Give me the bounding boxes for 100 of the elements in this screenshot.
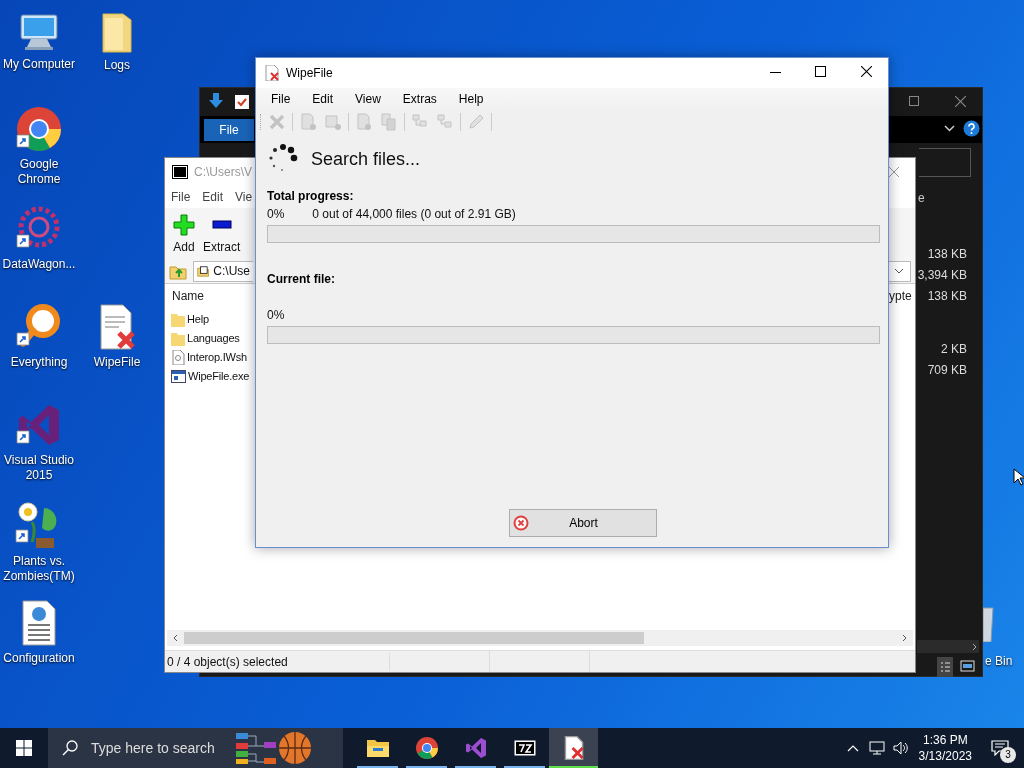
percent-text: 0% <box>267 307 285 323</box>
bracket-basketball-icon[interactable] <box>233 731 314 765</box>
notification-badge: 3 <box>1000 747 1016 763</box>
chevron-down-icon[interactable] <box>944 125 955 132</box>
archive-app-icon <box>513 740 536 756</box>
desktop-icon-label[interactable]: Plants vs. Zombies(TM) <box>0 554 78 584</box>
pencil-icon <box>467 113 485 131</box>
thumbnail-view-icon[interactable] <box>960 659 975 673</box>
details-view-icon[interactable] <box>937 657 953 677</box>
column-header: e <box>918 190 925 207</box>
percent-text: 0% <box>267 206 285 222</box>
network-icon[interactable] <box>868 741 885 755</box>
clock-time[interactable]: 1:36 PM <box>922 732 968 748</box>
windows-logo-icon <box>16 740 32 756</box>
add-button[interactable]: Add <box>173 214 195 256</box>
menu-item[interactable]: Edit <box>202 188 224 206</box>
chevron-down-icon <box>893 268 904 274</box>
desktop-icon-label[interactable]: Everything <box>10 355 68 370</box>
document-icon <box>563 736 584 760</box>
maximize-icon[interactable] <box>815 66 826 77</box>
download-arrow-icon[interactable] <box>208 92 224 110</box>
file-name[interactable]: WipeFile.exe <box>188 368 250 385</box>
window-title: C:\Users\V <box>194 164 252 181</box>
folder-icon <box>171 312 185 327</box>
chevron-left-icon[interactable] <box>173 634 178 642</box>
document-icon <box>355 113 373 131</box>
chevron-right-icon[interactable] <box>902 634 907 642</box>
loading-spinner-icon <box>267 144 299 174</box>
chrome-icon <box>414 736 439 760</box>
desktop-icon-label[interactable]: DataWagon... <box>2 257 76 272</box>
tree-icon <box>436 113 454 131</box>
menu-item[interactable]: Extras <box>402 90 437 108</box>
file-name[interactable]: Help <box>187 311 209 328</box>
menu-item[interactable]: File <box>171 188 191 206</box>
file-size: 3,394 KB <box>917 267 967 284</box>
menu-item[interactable]: Help <box>458 90 484 108</box>
window-title: WipeFile <box>286 65 333 82</box>
file-tab[interactable]: File <box>204 119 254 141</box>
cursor-icon <box>1013 468 1024 486</box>
extract-button[interactable]: Extract <box>203 214 241 256</box>
desktop-icon-label[interactable]: WipeFile <box>93 355 141 370</box>
path-field[interactable]: C:\Use <box>193 260 253 282</box>
folder-icon[interactable] <box>99 10 135 54</box>
search-box[interactable]: Type here to search <box>48 728 343 768</box>
file-size: 138 KB <box>927 288 967 305</box>
search-placeholder: Type here to search <box>91 738 215 758</box>
file-size: 138 KB <box>927 246 967 263</box>
section-heading: Search files... <box>311 147 421 171</box>
menu-item[interactable]: Vie <box>235 188 253 206</box>
cancel-icon <box>513 515 529 531</box>
status-text: 0 / 4 object(s) selected <box>165 652 390 671</box>
progress-label: Current file: <box>267 271 336 287</box>
abort-button[interactable]: Abort <box>509 509 657 537</box>
desktop-icon-label[interactable]: Visual Studio 2015 <box>0 453 78 483</box>
checkbox-icon[interactable] <box>234 94 250 110</box>
document-icon <box>265 65 279 81</box>
desktop-icon-label[interactable]: Google Chrome <box>0 157 78 187</box>
chevron-up-icon[interactable] <box>846 744 859 752</box>
close-icon <box>268 113 286 131</box>
chevron-right-icon[interactable] <box>972 643 977 651</box>
menu-item[interactable]: File <box>271 90 291 108</box>
folder-icon <box>197 263 210 279</box>
notification-icon[interactable] <box>991 740 1009 756</box>
clock-date[interactable]: 3/13/2023 <box>918 748 972 764</box>
scrollbar-thumb[interactable] <box>184 632 644 644</box>
file-name[interactable]: Interop.IWsh <box>187 349 247 366</box>
visual-studio-icon <box>463 736 488 760</box>
file-size: 709 KB <box>927 362 967 379</box>
scrollbar-track <box>917 640 979 653</box>
column-header[interactable]: ypte <box>889 287 912 305</box>
progress-detail: 0 out of 44,000 files (0 out of 2.91 GB) <box>312 206 516 222</box>
chrome-icon[interactable] <box>15 105 63 153</box>
folder-icon <box>365 738 390 758</box>
close-icon[interactable] <box>861 66 872 77</box>
desktop-icon-label[interactable]: My Computer <box>3 57 75 72</box>
desktop-icon-label[interactable]: Configuration <box>3 651 75 666</box>
search-field[interactable] <box>919 148 971 177</box>
document-icon[interactable] <box>19 599 59 647</box>
menu-item[interactable]: Edit <box>312 90 334 108</box>
document-icon <box>324 113 342 131</box>
document-icon <box>299 113 317 131</box>
speaker-icon[interactable] <box>892 741 909 755</box>
taskbar-app-button[interactable] <box>549 728 598 768</box>
help-icon[interactable] <box>963 120 980 137</box>
file-icon <box>171 350 185 365</box>
plus-icon <box>173 214 195 236</box>
progress-label: Total progress: <box>267 188 355 204</box>
desktop-icon-label[interactable]: e Bin <box>985 652 1013 670</box>
search-icon <box>62 740 78 756</box>
file-size: 2 KB <box>941 341 967 358</box>
copy-icon <box>380 113 398 131</box>
computer-icon[interactable] <box>17 13 61 53</box>
dropdown-button[interactable] <box>887 260 911 282</box>
file-name[interactable]: Languages <box>187 330 240 347</box>
desktop-icon-label[interactable]: Logs <box>104 58 130 73</box>
archive-app-icon <box>172 165 188 179</box>
menu-item[interactable]: View <box>355 90 381 108</box>
column-header[interactable]: Name <box>172 287 204 305</box>
horizontal-scrollbar[interactable] <box>167 630 913 646</box>
folder-icon <box>171 331 185 346</box>
